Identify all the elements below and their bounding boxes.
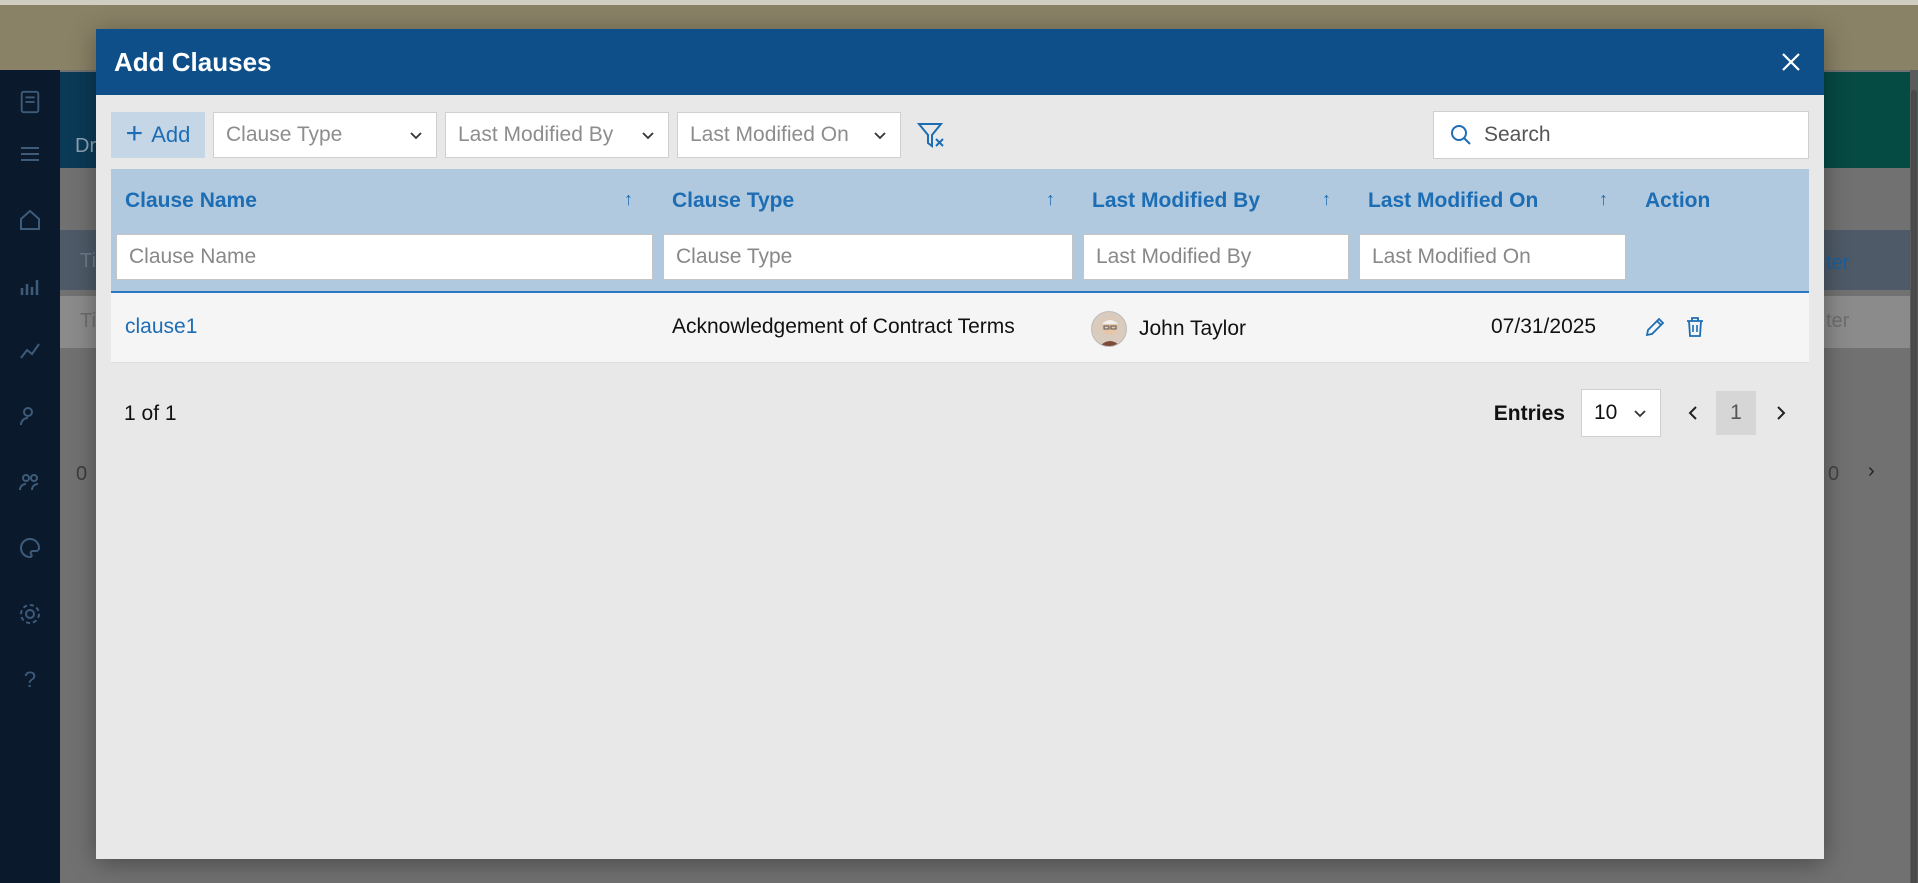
column-header-clause-name[interactable]: Clause Name xyxy=(125,189,257,213)
last-modified-by-filter[interactable]: Last Modified By xyxy=(445,112,669,158)
next-page-button[interactable] xyxy=(1761,393,1801,433)
menu-icon xyxy=(18,142,42,166)
background-count: 0 xyxy=(76,463,88,485)
search-icon xyxy=(1451,125,1471,145)
background-scrollbar xyxy=(1910,70,1918,883)
pager: 1 of 1 Entries 10 1 xyxy=(111,389,1809,439)
chevron-right-icon xyxy=(1777,406,1786,420)
home-icon xyxy=(18,208,42,232)
clause-type-cell: Acknowledgement of Contract Terms xyxy=(672,315,1015,338)
clause-type-filter-placeholder: Clause Type xyxy=(226,123,343,146)
sort-arrow-icon[interactable]: ↑ xyxy=(1046,189,1055,210)
clauses-grid: Clause Name ↑ Clause Type ↑ Last Modifie… xyxy=(111,169,1809,363)
chevron-down-icon xyxy=(642,132,654,140)
table-row[interactable]: clause1 Acknowledgement of Contract Term… xyxy=(111,293,1809,363)
last-modified-by-filter-placeholder: Last Modified By xyxy=(458,123,614,146)
modified-by-cell: John Taylor xyxy=(1139,317,1247,340)
background-pager: 0 xyxy=(1828,463,1840,485)
user-edit-icon xyxy=(18,404,42,428)
close-button[interactable] xyxy=(1776,47,1806,77)
delete-button[interactable] xyxy=(1681,313,1709,341)
entries-value: 10 xyxy=(1594,401,1618,424)
background-label: Ti xyxy=(80,250,96,272)
column-header-last-modified-by[interactable]: Last Modified By xyxy=(1092,189,1260,213)
modified-on-cell: 07/31/2025 xyxy=(1491,315,1597,338)
last-modified-by-column-filter[interactable] xyxy=(1083,234,1349,280)
chevron-down-icon xyxy=(1634,410,1646,418)
trend-icon xyxy=(18,338,42,362)
plus-icon: + xyxy=(125,116,144,150)
background-label: Dr xyxy=(75,135,97,157)
document-icon xyxy=(18,90,42,114)
entries-label: Entries xyxy=(1493,402,1565,425)
trash-icon xyxy=(1687,317,1703,337)
analytics-icon xyxy=(18,274,42,298)
clause-name-column-filter[interactable] xyxy=(116,234,653,280)
background-label: Ti xyxy=(80,310,96,332)
sort-arrow-icon[interactable]: ↑ xyxy=(624,189,633,210)
chevron-down-icon xyxy=(874,132,886,140)
dialog-header: Add Clauses xyxy=(96,29,1824,95)
previous-page-button[interactable] xyxy=(1673,393,1713,433)
team-icon xyxy=(18,470,42,494)
page-number-button[interactable]: 1 xyxy=(1716,391,1756,435)
entries-select[interactable]: 10 xyxy=(1581,389,1661,437)
pencil-icon xyxy=(1645,317,1665,337)
chevron-down-icon xyxy=(410,132,422,140)
clause-type-filter[interactable]: Clause Type xyxy=(213,112,437,158)
column-header-clause-type[interactable]: Clause Type xyxy=(672,189,794,213)
last-modified-on-filter-placeholder: Last Modified On xyxy=(690,123,849,146)
toolbar: + Add Clause Type Last Modified By Last … xyxy=(111,111,1809,159)
close-icon xyxy=(1782,53,1800,71)
sort-arrow-icon[interactable]: ↑ xyxy=(1322,189,1331,210)
page-count: 1 of 1 xyxy=(124,402,177,425)
column-header-last-modified-on[interactable]: Last Modified On xyxy=(1368,189,1538,213)
settings-icon xyxy=(18,602,42,626)
edit-button[interactable] xyxy=(1641,313,1669,341)
add-clauses-dialog: Add Clauses + Add Clause Type Last Modif… xyxy=(96,29,1824,859)
last-modified-on-filter[interactable]: Last Modified On xyxy=(677,112,901,158)
background-label: ter xyxy=(1826,252,1850,274)
background-topbar-edge xyxy=(0,0,1918,5)
clause-type-column-filter[interactable] xyxy=(663,234,1073,280)
search-box[interactable] xyxy=(1433,111,1809,159)
clause-name-link[interactable]: clause1 xyxy=(125,315,197,339)
background-label: ter xyxy=(1826,310,1850,332)
avatar xyxy=(1091,311,1127,347)
background-sidebar: ? xyxy=(0,70,60,883)
column-header-action: Action xyxy=(1645,189,1711,212)
add-button-label: Add xyxy=(151,122,191,147)
last-modified-on-column-filter[interactable] xyxy=(1359,234,1626,280)
search-input[interactable] xyxy=(1484,123,1784,147)
background-next-icon: › xyxy=(1868,460,1875,482)
grid-header: Clause Name ↑ Clause Type ↑ Last Modifie… xyxy=(111,169,1809,293)
filter-clear-icon xyxy=(916,123,944,148)
help-icon: ? xyxy=(23,667,37,692)
add-button[interactable]: + Add xyxy=(111,112,205,158)
chevron-left-icon xyxy=(1688,406,1697,420)
clear-filter-button[interactable] xyxy=(915,119,947,151)
dialog-title: Add Clauses xyxy=(114,46,272,77)
palette-icon xyxy=(18,536,42,560)
sort-arrow-icon[interactable]: ↑ xyxy=(1599,189,1608,210)
